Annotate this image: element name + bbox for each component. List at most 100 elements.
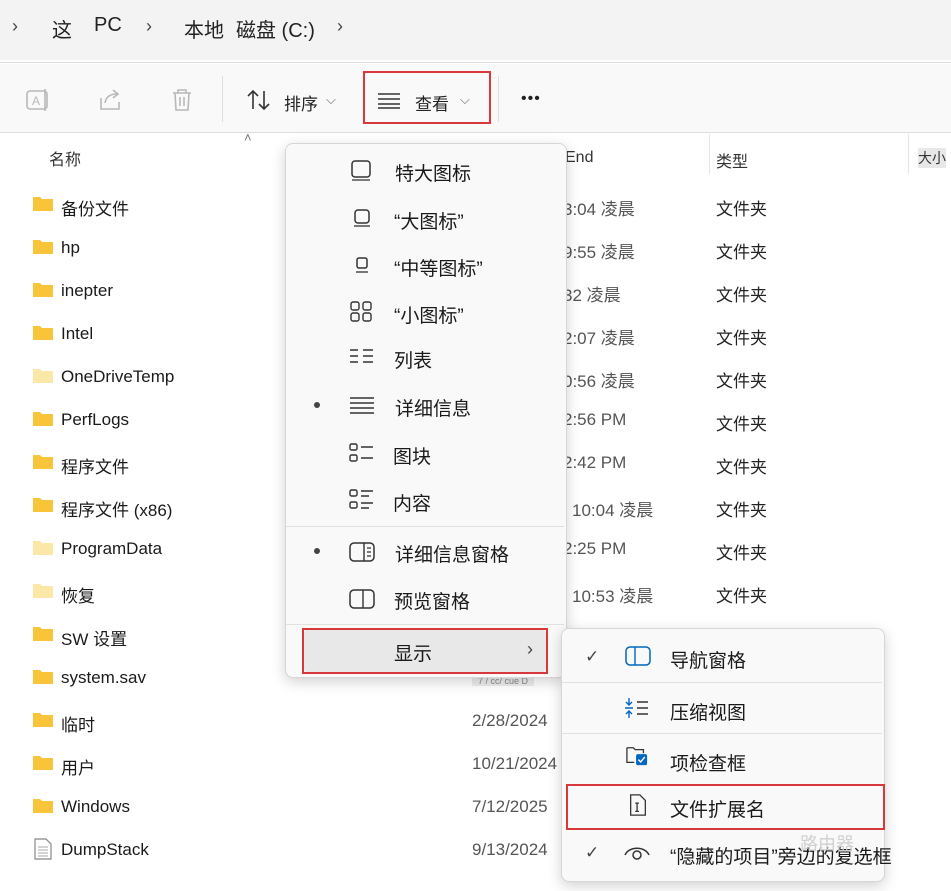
submenu-item-hidden-items-checkbox[interactable]: “隐藏的项目”旁边的复选框 bbox=[670, 842, 892, 869]
file-name: 程序文件 (x86) bbox=[61, 501, 173, 520]
folder-icon bbox=[33, 799, 53, 813]
file-type: 文件夹 bbox=[716, 501, 767, 520]
view-button[interactable]: 查看 ⌵ bbox=[370, 84, 482, 116]
content-view-icon bbox=[349, 489, 373, 509]
file-type: 文件夹 bbox=[716, 372, 767, 391]
file-date: 2/28/2024 bbox=[472, 711, 548, 730]
folder-icon bbox=[33, 670, 53, 684]
menu-item-details-pane[interactable]: 详细信息窗格 bbox=[395, 540, 509, 567]
menu-item-small-icons[interactable]: “小图标” bbox=[394, 301, 464, 328]
column-header-type[interactable]: 类型 bbox=[716, 148, 748, 172]
folder-icon bbox=[33, 756, 53, 770]
file-name: Windows bbox=[61, 797, 130, 816]
breadcrumb-item-pc[interactable]: PC bbox=[94, 14, 122, 37]
selected-bullet-icon bbox=[314, 402, 320, 408]
chevron-right-icon[interactable]: › bbox=[12, 16, 18, 37]
breadcrumb-item-local[interactable]: 本地 bbox=[184, 14, 224, 43]
watermark: 路由器 bbox=[800, 834, 854, 854]
submenu-item-compact-view[interactable]: 压缩视图 bbox=[670, 698, 746, 725]
file-name: 用户 bbox=[61, 759, 95, 778]
submenu-item-navigation-pane[interactable]: 导航窗格 bbox=[670, 646, 746, 673]
file-date: 9/13/2024 bbox=[472, 840, 548, 859]
column-header-name[interactable]: 名称 bbox=[49, 146, 81, 170]
file-name: 临时 bbox=[61, 716, 95, 735]
submenu-item-checkboxes[interactable]: 项检查框 bbox=[670, 749, 746, 776]
view-label: 查看 bbox=[415, 95, 449, 114]
chevron-right-icon[interactable]: › bbox=[146, 16, 152, 37]
submenu-item-file-extensions[interactable]: 文件扩展名 bbox=[670, 795, 765, 822]
file-type: 文件夹 bbox=[716, 587, 767, 606]
chevron-right-icon[interactable]: › bbox=[337, 16, 343, 37]
chevron-right-icon: › bbox=[527, 639, 533, 659]
sort-icon bbox=[247, 89, 270, 111]
menu-item-large-icons[interactable]: “大图标” bbox=[394, 207, 464, 234]
folder-icon bbox=[33, 283, 53, 297]
toolbar-separator bbox=[498, 76, 499, 122]
toolbar-separator bbox=[222, 76, 223, 122]
file-type: 文件夹 bbox=[716, 458, 767, 477]
list-view-icon bbox=[350, 349, 373, 363]
sort-button[interactable]: 排序 ⌵ bbox=[240, 84, 340, 116]
menu-item-content[interactable]: 内容 bbox=[393, 489, 431, 516]
breadcrumb-item-drive[interactable]: 磁盘 (C:) bbox=[236, 14, 315, 43]
file-date: 10:04 凌晨 bbox=[572, 501, 654, 520]
divider bbox=[0, 62, 951, 63]
file-date: 32 凌晨 bbox=[563, 286, 621, 305]
svg-text:A: A bbox=[32, 94, 40, 108]
menu-item-list[interactable]: 列表 bbox=[394, 346, 432, 373]
folder-icon bbox=[33, 627, 53, 641]
file-name: inepter bbox=[61, 281, 113, 300]
share-icon[interactable] bbox=[97, 86, 125, 114]
file-name: 备份文件 bbox=[61, 200, 129, 219]
folder-icon bbox=[33, 498, 53, 512]
file-date: 2:07 凌晨 bbox=[563, 329, 635, 348]
menu-item-preview-pane[interactable]: 预览窗格 bbox=[394, 587, 470, 614]
menu-separator bbox=[562, 682, 882, 683]
medium-icons-icon bbox=[356, 257, 368, 273]
checkmark-icon: ✓ bbox=[585, 843, 600, 862]
preview-pane-icon bbox=[349, 589, 375, 609]
sort-ascending-icon: ˄ bbox=[244, 130, 252, 145]
folder-icon bbox=[33, 541, 53, 555]
folder-icon bbox=[33, 240, 53, 254]
file-type: 文件夹 bbox=[716, 415, 767, 434]
file-name: DumpStack bbox=[61, 840, 149, 859]
menu-item-medium-icons[interactable]: “中等图标” bbox=[394, 254, 483, 281]
column-header-size[interactable]: 大小 bbox=[918, 148, 946, 168]
menu-item-tiles[interactable]: 图块 bbox=[393, 442, 431, 469]
menu-separator bbox=[286, 526, 564, 527]
file-name: SW 设置 bbox=[61, 630, 128, 649]
menu-item-show-label: 显示 bbox=[394, 644, 433, 665]
rename-icon[interactable]: A bbox=[24, 86, 52, 114]
folder-icon bbox=[33, 713, 53, 727]
column-header-date[interactable]: End bbox=[565, 149, 593, 167]
folder-icon bbox=[33, 369, 53, 383]
more-options-button[interactable]: ••• bbox=[521, 90, 541, 108]
hidden-items-icon bbox=[624, 847, 650, 860]
column-separator bbox=[908, 134, 909, 174]
breadcrumb-item-this[interactable]: 这 bbox=[52, 14, 72, 43]
chevron-down-icon: ⌵ bbox=[460, 92, 470, 107]
file-date: 3:04 凌晨 bbox=[563, 200, 635, 219]
details-pane-icon bbox=[349, 542, 375, 562]
extra-large-icons-icon bbox=[351, 160, 371, 181]
file-date: 2:42 PM bbox=[563, 453, 627, 472]
file-date: 7/12/2025 bbox=[472, 797, 548, 816]
file-type: 文件夹 bbox=[716, 329, 767, 348]
menu-item-extra-large-icons[interactable]: 特大图标 bbox=[395, 159, 471, 186]
details-view-icon bbox=[350, 397, 374, 414]
file-date: 2:56 PM bbox=[563, 410, 627, 429]
menu-separator bbox=[286, 624, 564, 625]
file-name: hp bbox=[61, 238, 80, 257]
file-date: 2:25 PM bbox=[563, 539, 627, 558]
delete-icon[interactable] bbox=[168, 86, 196, 114]
file-name: 恢复 bbox=[61, 587, 95, 606]
file-extension-icon bbox=[630, 794, 646, 816]
file-type: 文件夹 bbox=[716, 544, 767, 563]
file-type: 文件夹 bbox=[716, 243, 767, 262]
file-date: 10:53 凌晨 bbox=[572, 587, 654, 606]
folder-icon bbox=[33, 326, 53, 340]
compact-view-icon bbox=[625, 698, 648, 718]
divider bbox=[0, 132, 951, 133]
menu-item-details[interactable]: 详细信息 bbox=[395, 394, 471, 421]
